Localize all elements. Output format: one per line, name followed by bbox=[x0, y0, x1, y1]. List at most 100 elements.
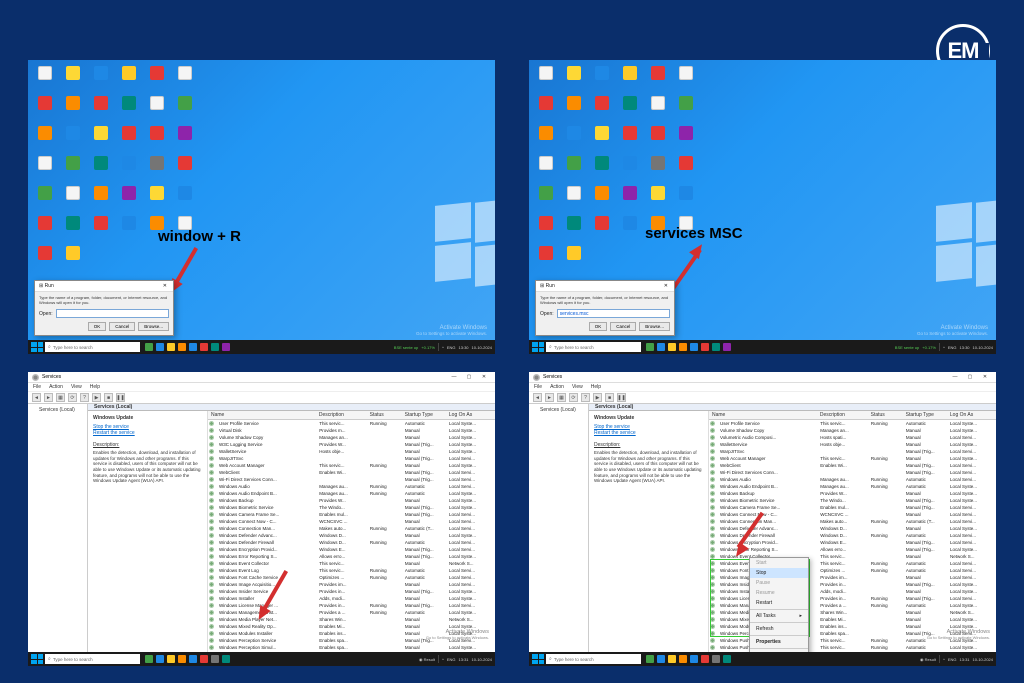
taskbar-search[interactable]: ⌕Type here to search bbox=[45, 654, 140, 664]
service-row[interactable]: WebClientEnables Wi...Manual (Trig...Loc… bbox=[709, 462, 996, 469]
tb-icon[interactable] bbox=[723, 343, 731, 351]
service-row[interactable]: Windows BackupProvides W...ManualLocal S… bbox=[709, 490, 996, 497]
service-row[interactable]: Windows Font Cache ServiceOptimizes ...R… bbox=[208, 574, 495, 581]
service-row[interactable]: User Profile ServiceThis servic...Runnin… bbox=[709, 420, 996, 427]
taskbar-search[interactable]: ⌕ Type here to search bbox=[45, 342, 140, 352]
tb-icon[interactable] bbox=[701, 343, 709, 351]
desktop-icon[interactable] bbox=[619, 66, 641, 90]
desktop-icon[interactable] bbox=[563, 66, 585, 90]
tb-icon[interactable] bbox=[657, 343, 665, 351]
desktop-icon[interactable] bbox=[591, 96, 613, 120]
menu-view[interactable]: View bbox=[572, 384, 583, 390]
service-row[interactable]: Windows Connect Now - C...WCNCSVC ...Man… bbox=[709, 511, 996, 518]
desktop-icon[interactable] bbox=[90, 156, 112, 180]
tb-icon[interactable]: ▦ bbox=[56, 393, 65, 402]
desktop-icon[interactable] bbox=[675, 96, 697, 120]
run-dialog[interactable]: ⊞ Run ✕ Type the name of a program, fold… bbox=[34, 280, 174, 336]
close-button[interactable]: ✕ bbox=[477, 373, 491, 381]
service-row[interactable]: WalletServiceHosts obje...ManualLocal Sy… bbox=[208, 448, 495, 455]
restart-service-link[interactable]: Restart the service bbox=[594, 430, 703, 436]
tb-icon[interactable]: ❚❚ bbox=[116, 393, 125, 402]
desktop-icon[interactable] bbox=[535, 96, 557, 120]
minimize-button[interactable]: — bbox=[447, 373, 461, 381]
tb-icon[interactable] bbox=[690, 343, 698, 351]
service-row[interactable]: Windows Error Reporting S...Allows erro.… bbox=[208, 553, 495, 560]
tb-icon[interactable] bbox=[679, 343, 687, 351]
service-row[interactable]: Windows Event LogThis servic...RunningAu… bbox=[208, 567, 495, 574]
desktop-icon[interactable] bbox=[90, 66, 112, 90]
desktop-icon[interactable] bbox=[535, 246, 557, 270]
desktop-icon[interactable] bbox=[90, 96, 112, 120]
desktop-icon[interactable] bbox=[62, 126, 84, 150]
desktop-icon[interactable] bbox=[563, 246, 585, 270]
service-row[interactable]: Windows AudioManages au...RunningAutomat… bbox=[208, 483, 495, 490]
start-button[interactable] bbox=[532, 654, 544, 664]
cancel-button[interactable]: Cancel bbox=[109, 322, 135, 331]
desktop-icon[interactable] bbox=[647, 126, 669, 150]
maximize-button[interactable]: ▢ bbox=[462, 373, 476, 381]
run-dialog[interactable]: ⊞ Run ✕ Type the name of a program, fold… bbox=[535, 280, 675, 336]
desktop-icon[interactable] bbox=[62, 186, 84, 210]
service-row[interactable]: Windows Camera Frame Se...Enables mul...… bbox=[709, 504, 996, 511]
desktop-icon[interactable] bbox=[62, 246, 84, 270]
start-button[interactable] bbox=[31, 654, 43, 664]
service-row[interactable]: Windows Error Reporting S...Allows erro.… bbox=[709, 546, 996, 553]
ctx-pause[interactable]: Pause bbox=[750, 578, 808, 588]
desktop-icon[interactable] bbox=[675, 186, 697, 210]
menu-view[interactable]: View bbox=[71, 384, 82, 390]
desktop-icon[interactable] bbox=[174, 156, 196, 180]
start-button[interactable] bbox=[31, 342, 43, 352]
service-row[interactable]: W3C Logging ServiceProvides W...Manual (… bbox=[208, 441, 495, 448]
service-row[interactable]: Windows BackupProvides W...ManualLocal S… bbox=[208, 497, 495, 504]
menu-action[interactable]: Action bbox=[550, 384, 564, 390]
service-row[interactable]: Windows Defender Advanc...Windows D...Ma… bbox=[208, 532, 495, 539]
taskbar-search[interactable]: ⌕ Type here to search bbox=[546, 342, 641, 352]
service-row[interactable]: Windows Connection Man...Makes auto...Ru… bbox=[208, 525, 495, 532]
service-row[interactable]: Windows Event CollectorThis servic...Man… bbox=[208, 560, 495, 567]
tb-icon[interactable] bbox=[222, 343, 230, 351]
service-row[interactable]: Windows AudioManages au...RunningAutomat… bbox=[709, 476, 996, 483]
desktop-icon[interactable] bbox=[34, 246, 56, 270]
service-row[interactable]: Windows Encryption Provid...Windows E...… bbox=[709, 539, 996, 546]
ctx-start[interactable]: Start bbox=[750, 558, 808, 568]
desktop-icon[interactable] bbox=[619, 96, 641, 120]
services-titlebar[interactable]: Services — ▢ ✕ bbox=[28, 372, 495, 383]
service-row[interactable]: WebClientEnables Wi...Manual (Trig...Loc… bbox=[208, 469, 495, 476]
tb-icon[interactable] bbox=[189, 343, 197, 351]
ctx-stop[interactable]: Stop bbox=[750, 568, 808, 578]
desktop-icon[interactable] bbox=[118, 66, 140, 90]
ctx-restart[interactable]: Restart bbox=[750, 598, 808, 608]
desktop-icon[interactable] bbox=[563, 186, 585, 210]
run-open-input[interactable] bbox=[56, 309, 169, 318]
desktop-icon[interactable] bbox=[118, 126, 140, 150]
service-row[interactable]: Windows Biometric ServiceThe Windo...Man… bbox=[709, 497, 996, 504]
tb-icon[interactable]: ■ bbox=[104, 393, 113, 402]
desktop-icon[interactable] bbox=[591, 156, 613, 180]
menu-help[interactable]: Help bbox=[591, 384, 601, 390]
services-menubar[interactable]: File Action View Help bbox=[28, 383, 495, 392]
ctx-properties[interactable]: Properties bbox=[750, 637, 808, 647]
service-row[interactable]: Windows Defender Advanc...Windows D...Ma… bbox=[709, 525, 996, 532]
service-row[interactable]: Windows Audio Endpoint B...Manages au...… bbox=[709, 483, 996, 490]
tb-icon[interactable] bbox=[200, 343, 208, 351]
desktop-icon[interactable] bbox=[90, 186, 112, 210]
desktop-icon[interactable] bbox=[146, 66, 168, 90]
desktop-icon[interactable] bbox=[535, 186, 557, 210]
desktop-icon[interactable] bbox=[535, 216, 557, 240]
services-tree[interactable]: Services (Local) bbox=[28, 404, 88, 657]
ctx-resume[interactable]: Resume bbox=[750, 588, 808, 598]
tb-icon[interactable] bbox=[668, 343, 676, 351]
desktop-icon[interactable] bbox=[619, 216, 641, 240]
services-titlebar[interactable]: Services — ▢ ✕ bbox=[529, 372, 996, 383]
desktop-icon[interactable] bbox=[675, 156, 697, 180]
taskbar[interactable]: ⌕Type here to search ◉ Result ^ENG 13:31… bbox=[529, 652, 996, 666]
desktop-icon[interactable] bbox=[174, 186, 196, 210]
browse-button[interactable]: Browse... bbox=[639, 322, 670, 331]
service-row[interactable]: Windows Image Acquisitio...Provides im..… bbox=[208, 581, 495, 588]
menu-file[interactable]: File bbox=[534, 384, 542, 390]
service-row[interactable]: Virtual DiskProvides m...ManualLocal Sys… bbox=[208, 427, 495, 434]
desktop-icon[interactable] bbox=[675, 126, 697, 150]
taskbar-search[interactable]: ⌕Type here to search bbox=[546, 654, 641, 664]
tb-back-icon[interactable]: ◄ bbox=[32, 393, 41, 402]
desktop-icon[interactable] bbox=[34, 186, 56, 210]
